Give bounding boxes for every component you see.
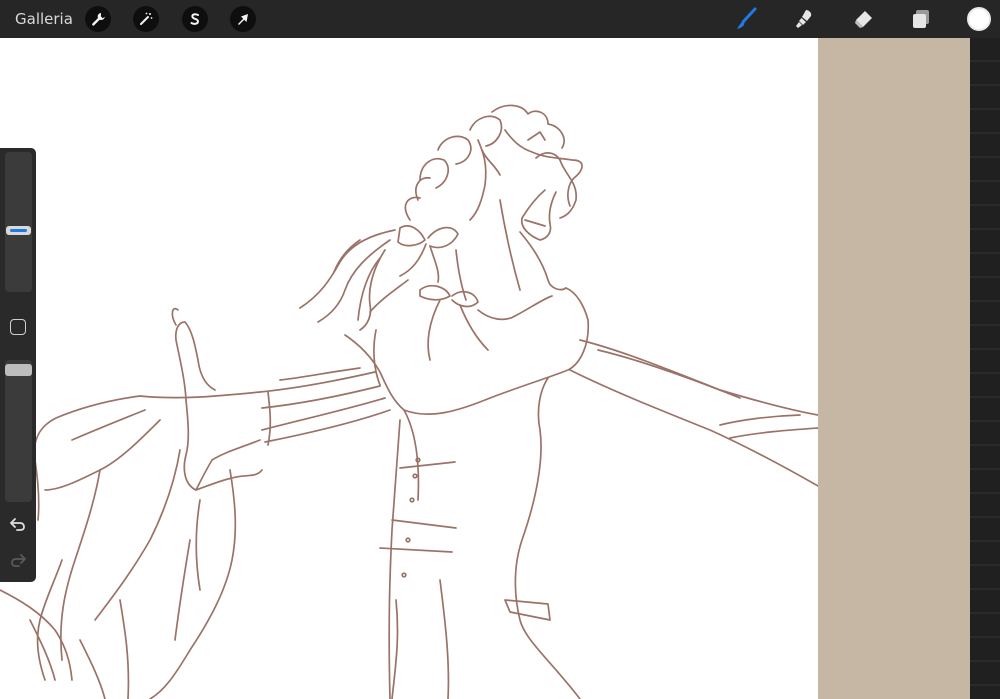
top-toolbar: Galleria: [0, 0, 1000, 38]
selection-s-icon: [190, 13, 200, 25]
selection-button[interactable]: [182, 6, 208, 32]
brush-opacity-handle[interactable]: [5, 364, 32, 376]
smudge-tool[interactable]: [790, 5, 818, 33]
brush-size-handle[interactable]: [6, 226, 31, 235]
sketch-drawing: [0, 104, 818, 699]
redo-icon: [11, 554, 26, 567]
color-picker-swatch[interactable]: [967, 7, 991, 31]
smudge-icon: [796, 10, 812, 28]
eraser-icon: [855, 11, 872, 28]
arrow-cursor-icon: [238, 14, 248, 25]
redo-button[interactable]: [8, 550, 28, 570]
canvas-edge-strip: [970, 38, 1000, 699]
brush-tool[interactable]: [732, 5, 760, 33]
eraser-tool[interactable]: [849, 5, 877, 33]
transform-button[interactable]: [230, 6, 256, 32]
wrench-icon: [92, 13, 105, 26]
actions-button[interactable]: [85, 6, 111, 32]
canvas-side-panel: [818, 38, 970, 699]
undo-button[interactable]: [8, 514, 28, 534]
brush-sidebar: [0, 148, 36, 582]
brush-size-slider[interactable]: [5, 152, 32, 292]
undo-icon: [10, 518, 25, 531]
brush-opacity-slider[interactable]: [5, 360, 32, 502]
layers-tool[interactable]: [907, 5, 935, 33]
brush-icon: [737, 7, 757, 29]
layers-icon: [913, 10, 929, 28]
magic-wand-icon: [140, 12, 153, 25]
gallery-button[interactable]: Galleria: [15, 10, 73, 28]
adjustments-button[interactable]: [133, 6, 159, 32]
drawing-canvas[interactable]: [0, 38, 818, 699]
square-icon[interactable]: [10, 319, 26, 335]
